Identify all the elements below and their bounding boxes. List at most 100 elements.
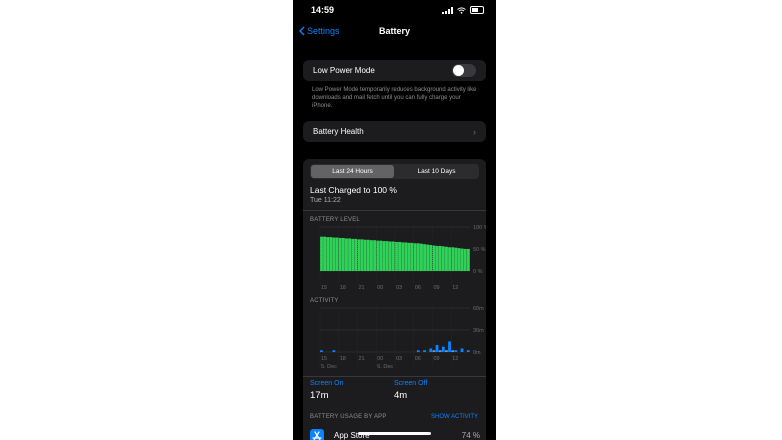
battery-bar	[438, 245, 442, 271]
battery-bar	[401, 242, 405, 271]
low-power-description: Low Power Mode temporarily reduces backg…	[312, 87, 477, 109]
battery-bar	[373, 240, 377, 271]
x-tick-label: 21	[359, 285, 365, 291]
battery-bar	[423, 244, 427, 271]
wifi-icon	[457, 6, 466, 14]
activity-bar-screen-on	[435, 344, 439, 352]
activity-bar-screen-off	[445, 350, 448, 352]
screen-on-value: 17m	[310, 390, 329, 401]
battery-bar	[363, 239, 367, 271]
time-range-segmented-control: Last 24 Hours Last 10 Days	[310, 164, 479, 179]
home-indicator	[358, 432, 431, 435]
activity-bar-screen-off	[451, 350, 455, 352]
low-power-row: Low Power Mode	[303, 60, 486, 81]
status-icons	[442, 6, 484, 14]
status-bar: 14:59	[293, 0, 496, 22]
app-percent: 74 %	[461, 431, 480, 440]
activity-bar-screen-on	[454, 350, 458, 352]
battery-bar	[357, 239, 361, 271]
battery-bar	[463, 249, 467, 271]
x-tick-label: 00	[377, 356, 383, 362]
activity-bar-screen-on	[460, 348, 464, 352]
x-tick-label: 03	[396, 356, 402, 362]
y-tick-label: 0m	[473, 350, 481, 356]
battery-bar	[360, 239, 364, 271]
page-title: Battery	[378, 26, 410, 36]
divider	[303, 376, 486, 377]
activity-bar-screen-on	[416, 350, 420, 352]
screen-off-label: Screen Off	[394, 380, 428, 387]
battery-level-chart: 100 % 50 % 0 % 15 18 21 00 03 06 09 12	[319, 225, 486, 291]
chevron-right-icon: ›	[473, 127, 476, 137]
battery-bar	[432, 245, 436, 271]
usage-by-app-heading: BATTERY USAGE BY APP	[310, 414, 387, 420]
battery-bar	[345, 238, 348, 271]
battery-bar	[426, 244, 430, 271]
toggle-knob	[453, 65, 464, 76]
cellular-signal-icon	[442, 6, 453, 14]
battery-bar	[410, 242, 414, 271]
battery-bar	[329, 237, 333, 271]
x-tick-label: 06	[415, 285, 421, 291]
x-tick-label: 09	[434, 356, 440, 362]
battery-bar	[429, 245, 433, 271]
battery-bar	[460, 248, 464, 271]
battery-bar	[385, 241, 389, 271]
battery-bar	[388, 241, 392, 271]
battery-bar	[366, 239, 370, 271]
battery-bar	[376, 240, 380, 271]
battery-health-row[interactable]: Battery Health ›	[303, 121, 486, 142]
tab-last-24-hours[interactable]: Last 24 Hours	[311, 165, 394, 178]
show-activity-button[interactable]: SHOW ACTIVITY	[431, 414, 478, 420]
battery-bar	[326, 237, 330, 271]
date-label: 5. Dec	[321, 364, 337, 370]
battery-bar	[354, 238, 358, 271]
low-power-toggle[interactable]	[452, 64, 476, 77]
battery-bar	[407, 242, 411, 271]
navigation-bar: Settings Battery	[293, 24, 496, 42]
usage-card: Last 24 Hours Last 10 Days Last Charged …	[303, 159, 486, 440]
activity-bar-screen-on	[448, 341, 451, 352]
battery-bar	[457, 248, 461, 271]
battery-bar	[404, 242, 408, 271]
x-tick-label: 09	[434, 285, 440, 291]
battery-bar	[320, 236, 323, 271]
activity-bar-screen-on	[466, 350, 470, 352]
activity-bar-screen-on	[441, 346, 445, 352]
battery-bar	[441, 246, 445, 271]
battery-bar	[395, 241, 398, 271]
battery-bar	[391, 241, 395, 271]
battery-bar	[398, 241, 402, 271]
battery-bar	[332, 237, 336, 271]
x-tick-label: 00	[377, 285, 383, 291]
y-tick-label: 0 %	[473, 269, 483, 275]
battery-bar	[341, 238, 345, 271]
activity-bar-screen-on	[332, 350, 336, 352]
x-tick-label: 06	[415, 356, 421, 362]
battery-bar	[382, 241, 386, 271]
battery-bar	[323, 236, 327, 271]
battery-bar	[351, 238, 355, 271]
x-tick-label: 12	[452, 356, 458, 362]
battery-bar	[466, 249, 470, 271]
x-tick-label: 18	[340, 356, 346, 362]
tab-last-10-days[interactable]: Last 10 Days	[395, 165, 478, 178]
activity-bar-screen-on	[423, 350, 426, 352]
battery-bar	[420, 243, 423, 271]
activity-bar-screen-on	[320, 350, 323, 352]
activity-bar-screen-on	[429, 348, 433, 352]
activity-bar-screen-off	[432, 350, 436, 352]
battery-health-label: Battery Health	[313, 127, 364, 136]
date-label: 6. Dec	[377, 364, 393, 370]
last-charged-time: Tue 11:22	[310, 197, 341, 204]
battery-bar	[451, 247, 455, 271]
battery-bar	[335, 237, 339, 271]
battery-icon	[470, 6, 484, 14]
last-charged-title: Last Charged to 100 %	[310, 185, 397, 195]
activity-bar-screen-off	[438, 350, 442, 352]
activity-chart: 60m 30m 0m 15 18 21 00 03 06 09 12 5. Dec 6. Dec	[319, 306, 484, 370]
x-tick-label: 03	[396, 285, 402, 291]
low-power-label: Low Power Mode	[313, 66, 375, 75]
battery-bar	[338, 238, 342, 271]
battery-bar	[435, 245, 439, 271]
